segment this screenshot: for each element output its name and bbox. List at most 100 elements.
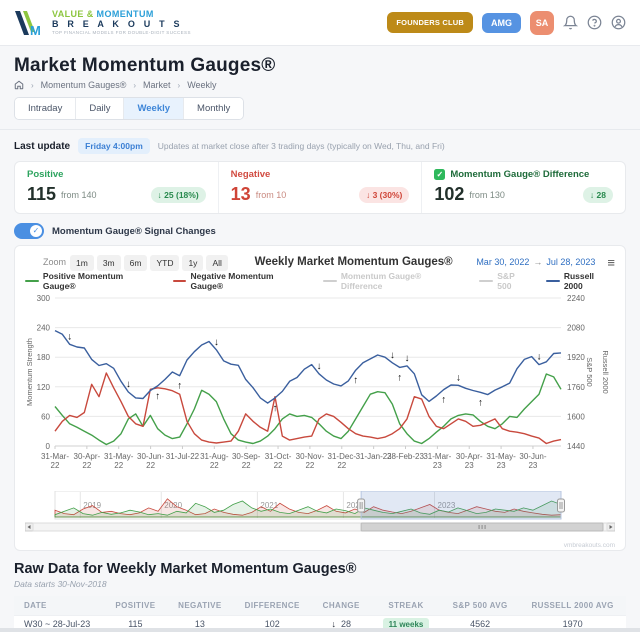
svg-text:↓: ↓ bbox=[390, 350, 395, 361]
difference-checkbox-icon[interactable]: ✓ bbox=[434, 169, 446, 180]
raw-data-subtitle: Data starts 30-Nov-2018 bbox=[14, 579, 107, 589]
svg-text:↑: ↑ bbox=[155, 391, 160, 402]
svg-text:22: 22 bbox=[146, 461, 155, 470]
bottom-scroll-strip[interactable] bbox=[0, 628, 640, 632]
user-avatar[interactable]: SA bbox=[530, 10, 554, 35]
top-bar: M VALUE & MOMENTUM B R E A K O U T S TOP… bbox=[0, 0, 640, 46]
zoom-button-6m[interactable]: 6m bbox=[123, 255, 148, 271]
svg-text:30-Sep-: 30-Sep- bbox=[232, 452, 261, 461]
svg-text:300: 300 bbox=[37, 294, 51, 303]
tab-weekly[interactable]: Weekly bbox=[124, 98, 185, 119]
zoom-button-1y[interactable]: 1y bbox=[182, 255, 204, 271]
navigator-handle bbox=[357, 498, 366, 513]
breadcrumb-separator: › bbox=[31, 80, 34, 90]
svg-text:180: 180 bbox=[37, 353, 51, 362]
period-tabs: Intraday Daily Weekly Monthly bbox=[14, 97, 245, 120]
chart-menu-icon[interactable]: ≡ bbox=[607, 256, 615, 269]
help-icon[interactable] bbox=[587, 15, 602, 30]
home-icon[interactable] bbox=[14, 80, 24, 90]
breadcrumb-separator: › bbox=[177, 80, 181, 90]
breadcrumb-item-market[interactable]: Market bbox=[143, 80, 171, 90]
negative-change-badge: ↓ 3 (30%) bbox=[358, 186, 410, 203]
update-note: Updates at market close after 3 trading … bbox=[157, 141, 445, 151]
founders-club-button[interactable]: FOUNDERS CLUB bbox=[387, 12, 473, 33]
svg-text:30-Apr-: 30-Apr- bbox=[74, 452, 101, 461]
svg-text:↓: ↓ bbox=[405, 353, 410, 364]
svg-text:1440: 1440 bbox=[567, 442, 585, 451]
column-header-change: CHANGE bbox=[311, 596, 371, 616]
legend-dash-icon bbox=[25, 280, 39, 282]
legend-dash-icon bbox=[545, 280, 560, 282]
last-update-label: Last update bbox=[14, 140, 71, 152]
svg-text:↑: ↑ bbox=[397, 372, 402, 383]
raw-data-table: DATE POSITIVE NEGATIVE DIFFERENCE CHANGE STRE… bbox=[14, 596, 626, 632]
svg-text:↑: ↑ bbox=[177, 381, 182, 392]
tab-daily[interactable]: Daily bbox=[76, 98, 125, 119]
amg-button[interactable]: AMG bbox=[482, 12, 521, 33]
column-header-negative: NEGATIVE bbox=[166, 596, 234, 616]
svg-text:Momentum Strength: Momentum Strength bbox=[25, 338, 34, 406]
zoom-button-all[interactable]: All bbox=[206, 255, 228, 271]
legend-dash-icon bbox=[479, 280, 494, 282]
card-positive: Positive 115 from 140 ↓ 25 (18%) bbox=[15, 162, 218, 213]
svg-text:2080: 2080 bbox=[567, 324, 585, 333]
zoom-label: Zoom bbox=[43, 257, 67, 267]
svg-text:0: 0 bbox=[46, 442, 51, 451]
zoom-button-3m[interactable]: 3m bbox=[96, 255, 121, 271]
tab-intraday[interactable]: Intraday bbox=[15, 98, 77, 119]
svg-text:↓: ↓ bbox=[456, 372, 461, 383]
positive-value: 115 bbox=[27, 184, 57, 204]
svg-text:↓: ↓ bbox=[67, 331, 72, 342]
legend-dash-icon bbox=[322, 280, 337, 282]
svg-text:23: 23 bbox=[465, 461, 474, 470]
signal-changes-toggle[interactable]: ✓ bbox=[14, 223, 44, 239]
svg-text:M: M bbox=[30, 23, 41, 37]
tab-monthly[interactable]: Monthly bbox=[184, 98, 244, 119]
svg-text:31-Aug-: 31-Aug- bbox=[200, 452, 229, 461]
legend-dash-icon bbox=[172, 280, 187, 282]
svg-text:↓: ↓ bbox=[126, 379, 131, 390]
svg-text:30-Nov-: 30-Nov- bbox=[296, 452, 325, 461]
chart-panel: Zoom 1m 3m 6m YTD 1y All Weekly Market Moment… bbox=[14, 245, 626, 551]
main-chart: 0 1440 60 1600 120 1760 180 1920 240 2080 300 2240 M… bbox=[25, 294, 610, 470]
negative-from: from 10 bbox=[255, 189, 287, 200]
svg-text:31-Mar-: 31-Mar- bbox=[423, 452, 451, 461]
svg-text:23: 23 bbox=[528, 461, 537, 470]
positive-change-badge: ↓ 25 (18%) bbox=[150, 186, 206, 203]
date-range[interactable]: Mar 30, 2022 → Jul 28, 2023 bbox=[476, 257, 595, 267]
column-header-date: DATE bbox=[14, 596, 105, 616]
navigator-handle bbox=[557, 498, 565, 513]
card-negative: Negative 13 from 10 ↓ 3 (30%) bbox=[217, 162, 422, 213]
zoom-button-1m[interactable]: 1m bbox=[70, 255, 94, 271]
svg-text:↓: ↓ bbox=[214, 337, 219, 348]
zoom-button-ytd[interactable]: YTD bbox=[150, 255, 180, 271]
negative-value: 13 bbox=[230, 184, 251, 204]
svg-text:↑: ↑ bbox=[353, 375, 358, 386]
difference-from: from 130 bbox=[469, 189, 505, 200]
breadcrumb-item-weekly[interactable]: Weekly bbox=[187, 80, 216, 90]
account-icon[interactable] bbox=[611, 15, 626, 30]
chart-navigator[interactable]: 20192020202120222023 bbox=[24, 490, 616, 533]
notifications-bell-icon[interactable] bbox=[563, 15, 578, 30]
svg-text:30-Jun-: 30-Jun- bbox=[137, 452, 164, 461]
logo[interactable]: M VALUE & MOMENTUM B R E A K O U T S TOP… bbox=[14, 9, 191, 37]
svg-text:22: 22 bbox=[305, 461, 314, 470]
watermark: vmbreakouts.com bbox=[563, 542, 615, 549]
svg-text:1760: 1760 bbox=[567, 383, 585, 392]
svg-text:60: 60 bbox=[41, 412, 50, 421]
page-title: Market Momentum Gauges® bbox=[14, 55, 276, 76]
svg-text:↑: ↑ bbox=[478, 397, 483, 408]
svg-text:23: 23 bbox=[433, 461, 442, 470]
breadcrumb-item-momentum-gauges-[interactable]: Momentum Gauges® bbox=[41, 80, 127, 90]
svg-text:31-Mar-: 31-Mar- bbox=[41, 452, 69, 461]
svg-text:31-Jul-22: 31-Jul-22 bbox=[166, 452, 200, 461]
signal-changes-toggle-label: Momentum Gauge® Signal Changes bbox=[52, 225, 216, 237]
difference-label: Momentum Gauge® Difference bbox=[450, 169, 590, 180]
svg-text:22: 22 bbox=[82, 461, 91, 470]
logo-mark-icon: M bbox=[15, 10, 41, 37]
brand-subtitle: B R E A K O U T S bbox=[52, 18, 183, 29]
svg-text:S&P 500: S&P 500 bbox=[585, 357, 594, 386]
svg-text:1600: 1600 bbox=[567, 412, 585, 421]
toggle-knob: ✓ bbox=[30, 225, 42, 237]
zoom-buttons: 1m 3m 6m YTD 1y All bbox=[70, 253, 231, 271]
